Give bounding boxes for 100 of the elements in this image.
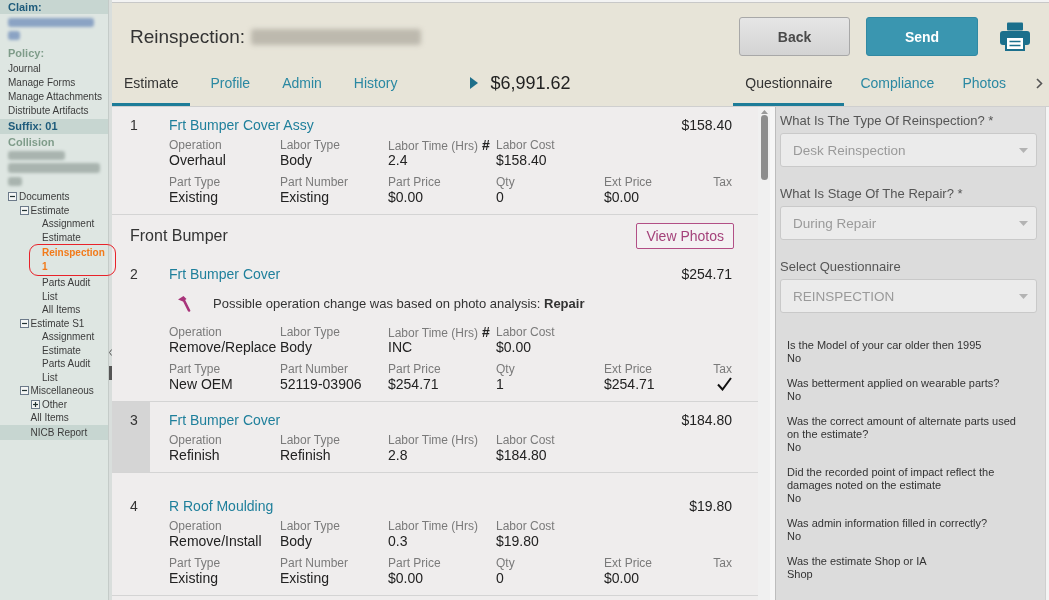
field-value: Refinish — [169, 447, 220, 463]
tree-item[interactable]: Parts Audit List — [42, 357, 108, 384]
tree-item[interactable]: Estimate S1 — [30, 316, 85, 330]
caret-right-icon[interactable] — [470, 77, 479, 89]
field-label: Labor Type — [280, 138, 340, 152]
redacted-text — [8, 31, 20, 40]
field-label: Part Type — [169, 362, 221, 376]
tree-item[interactable]: Documents — [19, 190, 70, 204]
collapse-icon[interactable] — [19, 386, 29, 396]
field-label: Ext Price — [604, 175, 652, 189]
tree-item[interactable]: Estimate — [42, 230, 81, 244]
field-label: Part Price — [388, 556, 441, 570]
field-label: Labor Time (Hrs) — [388, 519, 479, 533]
flag-symbol: # — [482, 325, 490, 339]
secondary-button[interactable]: Back — [739, 17, 850, 56]
field-label: Labor Type — [280, 519, 340, 533]
field-label: Part Number — [280, 362, 349, 376]
tree-item[interactable]: Assignment — [42, 217, 95, 231]
line-price: $254.71 — [681, 266, 732, 282]
expand-icon[interactable] — [31, 399, 40, 409]
field-value: $158.40 — [496, 152, 547, 168]
answer-text: No — [787, 530, 802, 543]
field-value: 1 — [496, 376, 504, 392]
line-price: $184.80 — [681, 412, 732, 428]
field-label: Operation — [169, 519, 222, 533]
field-value: Remove/Install — [169, 533, 262, 549]
field-label: Qty — [496, 175, 515, 189]
tree-item[interactable]: Parts Audit List — [42, 276, 108, 303]
tree-item[interactable]: Miscellaneous — [30, 384, 94, 398]
field-value: Existing — [280, 189, 330, 205]
tree-item[interactable]: Other — [42, 397, 67, 411]
field-value: Body — [280, 339, 312, 355]
estimate-total: $6,991.62 — [490, 72, 571, 94]
part-name-link[interactable]: R Roof Moulding — [169, 498, 274, 514]
sidebar-link[interactable]: Manage Attachments — [0, 90, 102, 104]
field-value: $0.00 — [604, 570, 640, 586]
field-value: 0 — [496, 570, 504, 586]
collapse-icon[interactable] — [19, 318, 29, 328]
photo-analysis-note: Possible operation change was based on photo analysis: Repair — [213, 295, 585, 311]
collapse-icon[interactable] — [8, 192, 17, 202]
field-value: $254.71 — [604, 376, 655, 392]
question-text: Did the recorded point of impact reflect the damages noted on the estimate — [787, 466, 996, 492]
scrollbar-thumb[interactable] — [760, 115, 768, 180]
policy-heading: Policy: — [7, 46, 45, 60]
part-name-link[interactable]: Frt Bumper Cover — [169, 412, 281, 428]
field-value: $254.71 — [388, 376, 439, 392]
field-label: Labor Cost — [496, 325, 555, 339]
field-value: Body — [280, 152, 312, 168]
sidebar-link[interactable]: Manage Forms — [0, 76, 76, 90]
collapse-icon[interactable] — [19, 205, 29, 215]
field-value: Remove/Replace — [169, 339, 277, 355]
field-label: Ext Price — [604, 362, 652, 376]
field-value: Overhaul — [169, 152, 226, 168]
line-price: $19.80 — [689, 498, 732, 514]
question-text: Was the correct amount of alternate parts used on the estimate? — [787, 415, 1017, 441]
chevron-right-icon[interactable] — [1036, 77, 1043, 89]
field-value: $184.80 — [496, 447, 547, 463]
loss-type-label: Collision — [7, 135, 55, 149]
field-label: What Is Stage Of The Repair? * — [780, 186, 963, 202]
caret-down-icon — [1019, 293, 1028, 299]
field-label: Labor Cost — [496, 138, 555, 152]
field-value: Refinish — [280, 447, 331, 463]
caret-down-icon — [1019, 147, 1028, 153]
field-label: Part Type — [169, 175, 221, 189]
sidebar-link[interactable]: Journal — [0, 62, 41, 76]
suffix-heading: Suffix: 01 — [0, 119, 108, 134]
part-name-link[interactable]: Frt Bumper Cover Assy — [169, 117, 314, 133]
tree-item[interactable]: Assignment — [42, 330, 95, 344]
question-text: Is the Model of your car older then 1995 — [787, 339, 982, 352]
sidebar-link[interactable]: Distribute Artifacts — [0, 104, 89, 118]
view-photos-button[interactable]: View Photos — [636, 223, 734, 249]
field-label: Labor Cost — [496, 519, 555, 533]
field-label: Operation — [169, 433, 222, 447]
tree-item[interactable]: All Items — [30, 411, 69, 425]
field-value: $0.00 — [496, 339, 532, 355]
printer-icon[interactable] — [1000, 22, 1030, 51]
tree-item[interactable]: NICB Report — [0, 424, 108, 440]
line-number: 4 — [130, 498, 138, 514]
redacted-text — [8, 151, 65, 160]
question-text: Was admin information filled in correctly? — [787, 517, 988, 530]
field-value: $0.00 — [388, 189, 424, 205]
caret-down-icon — [1019, 220, 1028, 226]
field-value: New OEM — [169, 376, 233, 392]
field-label: Labor Cost — [496, 433, 555, 447]
section-title: Front Bumper — [130, 227, 228, 245]
field-value: Existing — [280, 570, 330, 586]
question-text: Was the estimate Shop or IA — [787, 555, 927, 568]
field-label: What Is The Type Of Reinspection? * — [780, 113, 994, 129]
part-name-link[interactable]: Frt Bumper Cover — [169, 266, 281, 282]
field-label: Labor Time (Hrs) — [388, 139, 479, 153]
tree-item[interactable]: Estimate — [42, 343, 81, 357]
field-label: Select Questionnaire — [780, 259, 901, 275]
tree-item[interactable]: Estimate — [30, 203, 70, 217]
field-label: Part Price — [388, 175, 441, 189]
field-label: Labor Type — [280, 325, 340, 339]
field-value: INC — [388, 339, 413, 355]
field-label: Part Price — [388, 362, 441, 376]
tree-item[interactable]: All Items — [42, 303, 81, 317]
field-label: Tax — [713, 175, 732, 189]
splitter-grip[interactable] — [109, 366, 112, 380]
